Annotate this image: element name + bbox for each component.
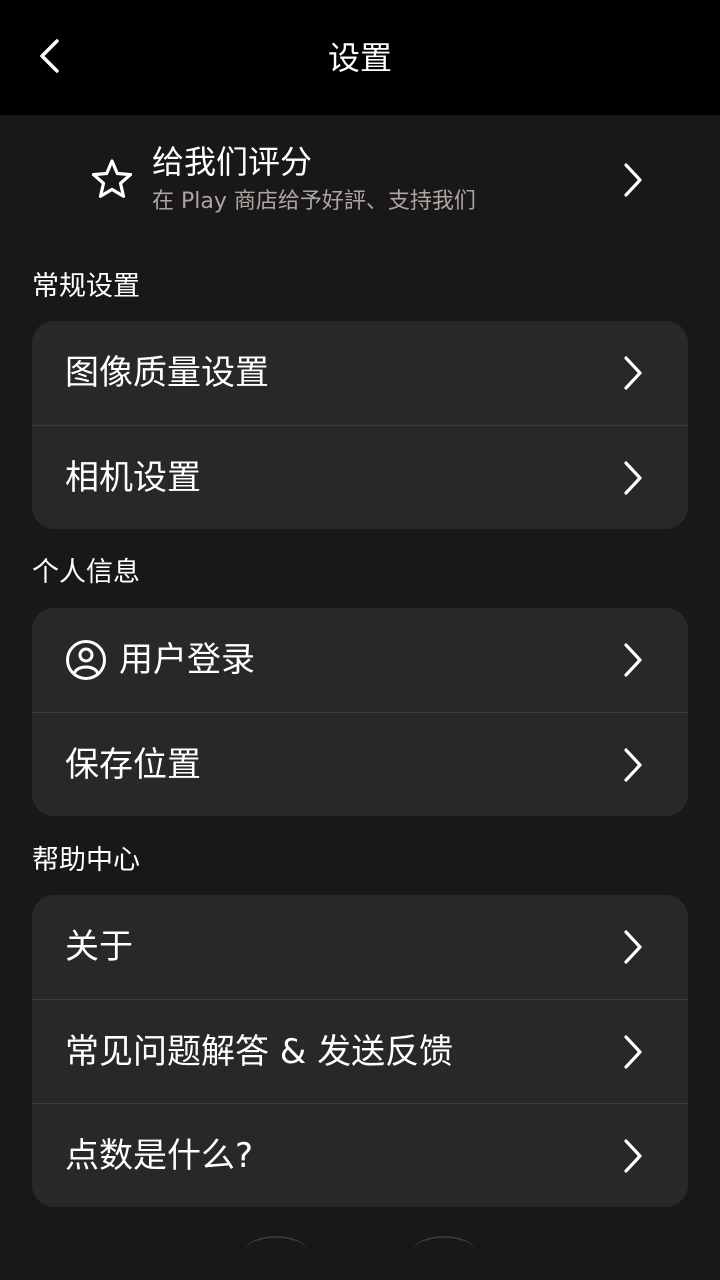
user-login-item[interactable]: 用户登录 <box>32 608 688 712</box>
rate-us-subtitle: 在 Play 商店给予好評、支持我们 <box>152 189 476 214</box>
image-quality-settings-item[interactable]: 图像质量设置 <box>32 321 688 425</box>
chevron-right-icon <box>618 458 648 498</box>
rate-us-row[interactable]: 给我们评分 在 Play 商店给予好評、支持我们 <box>0 115 720 245</box>
partial-bottom-element <box>413 1236 475 1266</box>
chevron-right-icon <box>618 1032 648 1072</box>
item-label: 保存位置 <box>65 744 201 785</box>
top-bar: 设置 <box>0 0 720 115</box>
partial-bottom-element <box>245 1236 307 1266</box>
section-title-help: 帮助中心 <box>32 845 140 876</box>
user-circle-icon <box>66 640 106 680</box>
item-label: 用户登录 <box>119 640 255 680</box>
faq-feedback-item[interactable]: 常见问题解答 & 发送反馈 <box>32 999 688 1103</box>
star-icon <box>91 159 133 198</box>
chevron-right-icon <box>618 640 648 680</box>
camera-settings-item[interactable]: 相机设置 <box>32 425 688 529</box>
chevron-right-icon <box>618 745 648 785</box>
help-center-card: 关于 常见问题解答 & 发送反馈 点数是什么? <box>32 895 688 1207</box>
item-label: 关于 <box>65 927 133 967</box>
save-location-item[interactable]: 保存位置 <box>32 712 688 816</box>
about-item[interactable]: 关于 <box>32 895 688 999</box>
what-are-points-item[interactable]: 点数是什么? <box>32 1103 688 1207</box>
chevron-right-icon <box>618 353 648 393</box>
item-label: 点数是什么? <box>65 1135 254 1176</box>
item-label: 相机设置 <box>65 457 201 498</box>
page-title: 设置 <box>327 39 392 77</box>
general-settings-card: 图像质量设置 相机设置 <box>32 321 688 529</box>
section-title-personal: 个人信息 <box>32 557 140 588</box>
item-label: 图像质量设置 <box>65 353 269 393</box>
personal-info-card: 用户登录 保存位置 <box>32 608 688 816</box>
rate-us-title: 给我们评分 <box>152 143 313 181</box>
item-label: 常见问题解答 & 发送反馈 <box>65 1031 454 1072</box>
item-label-wrap: 用户登录 <box>65 638 255 682</box>
chevron-right-icon <box>618 927 648 967</box>
chevron-right-icon <box>618 1136 648 1176</box>
chevron-right-icon <box>618 160 648 200</box>
section-title-general: 常规设置 <box>32 271 140 302</box>
